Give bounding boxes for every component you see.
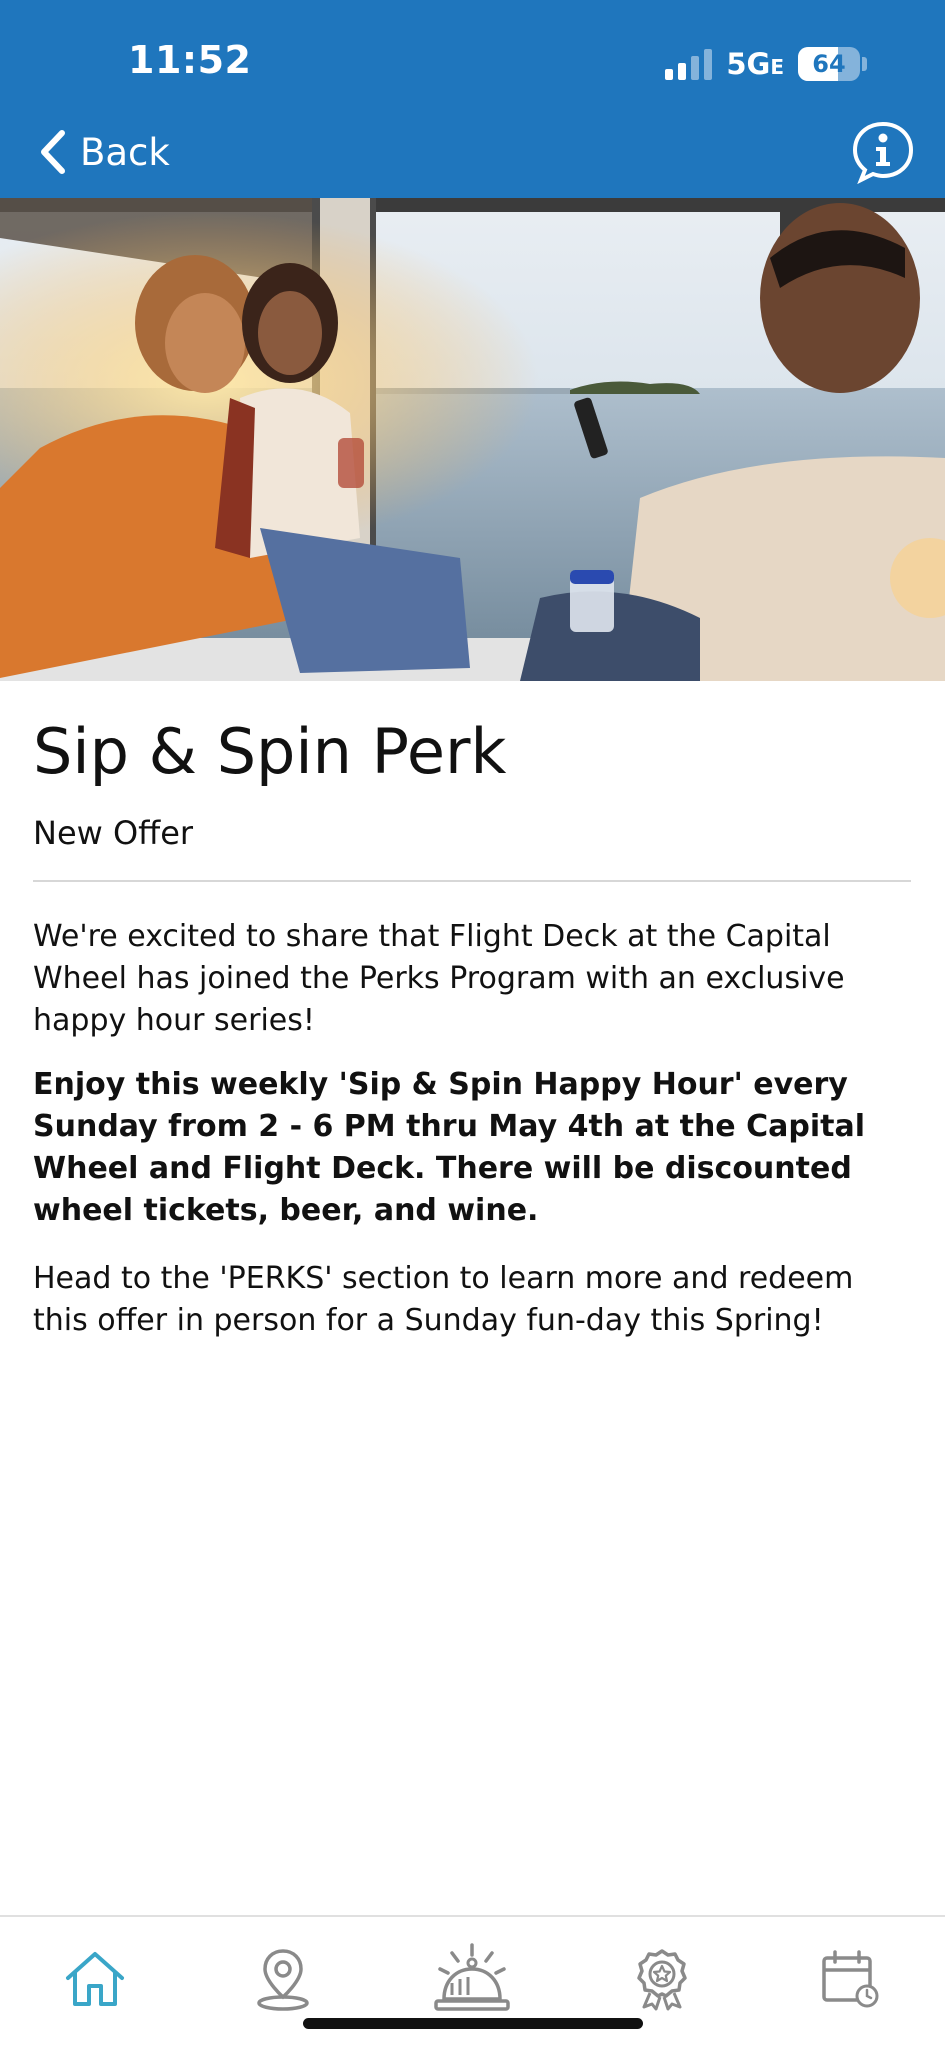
home-indicator[interactable] [303, 2018, 643, 2029]
tab-map[interactable] [243, 1939, 323, 2019]
battery-level: 64 [812, 50, 846, 78]
article-content: Sip & Spin Perk New Offer We're excited … [33, 715, 913, 1342]
battery-icon: 64 [798, 47, 867, 81]
network-label: 5G [726, 47, 771, 81]
tab-perks[interactable] [622, 1939, 702, 2019]
divider [33, 880, 911, 883]
page-title: Sip & Spin Perk [33, 715, 507, 788]
award-badge-icon [637, 1949, 687, 2011]
info-button[interactable] [851, 120, 915, 185]
back-label: Back [80, 130, 170, 174]
calendar-icon [822, 1950, 879, 2008]
chevron-left-icon [41, 130, 65, 174]
network-suffix: E [770, 55, 784, 79]
article-paragraph-highlight: Enjoy this weekly 'Sip & Spin Happy Hour… [33, 1067, 865, 1229]
article-paragraph-cta: Head to the 'PERKS' section to learn mor… [33, 1261, 854, 1339]
back-button[interactable]: Back [38, 124, 170, 180]
hero-image [0, 198, 945, 681]
app-header: 11:52 5GE 64 Back [0, 0, 945, 198]
tab-events[interactable] [810, 1939, 890, 2019]
article-paragraph-intro: We're excited to share that Flight Deck … [33, 919, 845, 1039]
status-time: 11:52 [128, 38, 252, 82]
tab-concierge[interactable] [432, 1939, 512, 2019]
status-indicators: 5GE 64 [665, 44, 867, 84]
home-icon [66, 1952, 124, 2006]
network-indicator: 5GE [726, 47, 784, 81]
map-pin-icon [257, 1949, 309, 2011]
tab-home[interactable] [55, 1939, 135, 2019]
article-subtitle: New Offer [33, 814, 194, 853]
signal-strength-icon [665, 48, 713, 80]
info-icon [852, 121, 914, 185]
service-bell-icon [434, 1943, 510, 2011]
